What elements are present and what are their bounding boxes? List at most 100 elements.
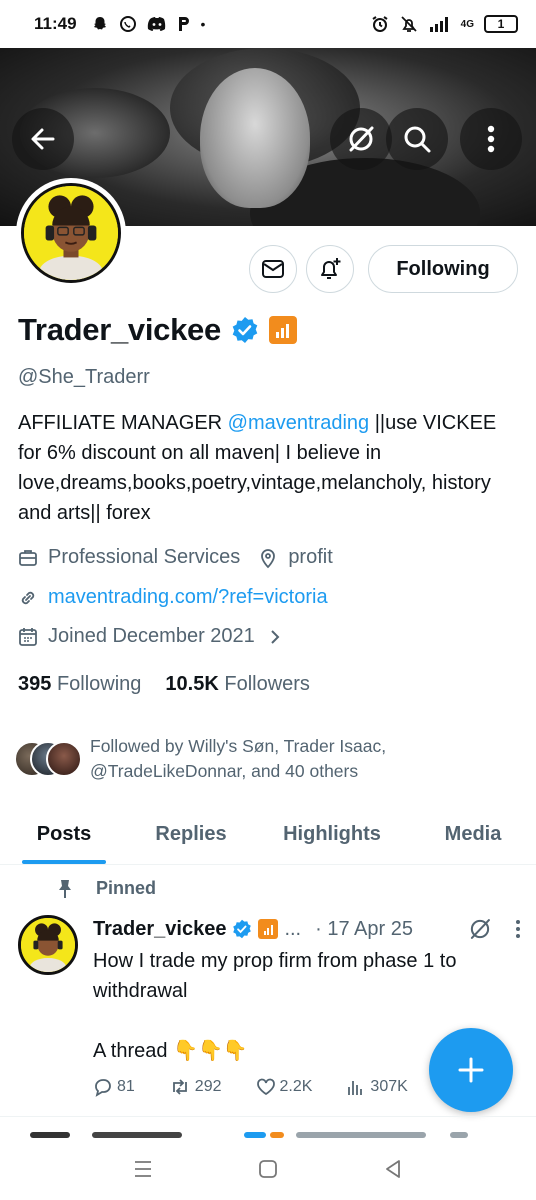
- tab-label: Replies: [155, 823, 227, 845]
- views-chart-icon: [348, 1081, 363, 1095]
- post-divider: [0, 1116, 536, 1117]
- briefcase-icon: [19, 549, 37, 566]
- status-bar: 11:49 • 4G 1: [0, 0, 536, 48]
- views-button[interactable]: 307K: [346, 1077, 408, 1097]
- android-navigation-bar: [0, 1138, 536, 1200]
- pinned-indicator: Pinned: [56, 878, 156, 899]
- home-icon[interactable]: [257, 1158, 279, 1180]
- following-count-link[interactable]: 395 Following: [18, 673, 141, 696]
- profile-meta-website: maventrading.com/?ref=victoria: [18, 586, 328, 609]
- followed-by-text: Followed by Willy's Søn, Trader Isaac, @…: [90, 736, 387, 781]
- tab-replies[interactable]: Replies: [128, 805, 254, 864]
- following-label: Following: [56, 673, 142, 695]
- post-line: How I trade my prop firm from phase 1 to…: [93, 950, 457, 1002]
- followers-count-link[interactable]: 10.5K Followers: [165, 673, 310, 696]
- discord-icon: [147, 17, 165, 31]
- notifications-button[interactable]: [306, 245, 354, 293]
- banner-shape: [200, 68, 310, 208]
- repost-count: 292: [194, 1078, 222, 1095]
- profile-meta-joined[interactable]: Joined December 2021: [18, 625, 291, 648]
- post-more-icon[interactable]: [513, 917, 523, 941]
- followed-by-avatars: [14, 739, 84, 779]
- back-triangle-icon[interactable]: [382, 1158, 404, 1180]
- profile-joined-date: Joined December 2021: [48, 625, 255, 647]
- profile-meta-category-location: Professional Services profit: [18, 546, 333, 569]
- signal-icon: [429, 17, 448, 32]
- tab-posts[interactable]: Posts: [0, 805, 128, 864]
- reply-button[interactable]: 81: [93, 1077, 135, 1097]
- clock: 11:49: [34, 14, 77, 33]
- tab-highlights[interactable]: Highlights: [254, 805, 410, 864]
- follower-avatar: [46, 741, 82, 777]
- p-app-icon: [178, 17, 189, 31]
- tab-label: Posts: [36, 823, 92, 845]
- bio-text: AFFILIATE MANAGER: [18, 412, 228, 434]
- tab-label: Highlights: [283, 823, 381, 845]
- affiliate-badge-icon[interactable]: [268, 316, 297, 344]
- post-author-avatar[interactable]: [18, 915, 78, 975]
- repost-button[interactable]: 292: [169, 1077, 222, 1097]
- followers-label: Followers: [224, 673, 310, 695]
- plus-icon: [458, 1057, 484, 1083]
- alarm-icon: [372, 16, 388, 32]
- message-button[interactable]: [249, 245, 297, 293]
- following-count: 395: [18, 673, 52, 695]
- battery-icon: 1: [484, 15, 518, 33]
- more-options-button[interactable]: [460, 108, 522, 170]
- post-author-name[interactable]: Trader_vickee: [93, 918, 226, 941]
- profile-tabs: Posts Replies Highlights Media: [0, 805, 536, 865]
- search-icon: [404, 126, 431, 153]
- network-type: 4G: [460, 18, 474, 30]
- post-header: Trader_vickee ... · 17 Apr 25: [93, 916, 523, 942]
- display-name: Trader_vickee: [18, 312, 221, 347]
- views-count: 307K: [370, 1078, 408, 1095]
- profile-avatar[interactable]: [16, 178, 126, 288]
- follow-counts: 395 Following 10.5K Followers: [18, 673, 310, 696]
- profile-location: profit: [288, 546, 333, 568]
- grok-slash-icon[interactable]: [467, 916, 493, 942]
- followed-by-section[interactable]: Followed by Willy's Søn, Trader Isaac, @…: [14, 734, 420, 784]
- back-arrow-icon: [31, 128, 55, 150]
- envelope-icon: [262, 260, 284, 278]
- grok-button[interactable]: [330, 108, 392, 170]
- link-icon: [21, 591, 35, 604]
- affiliate-badge-icon: [258, 919, 279, 939]
- active-tab-indicator: [22, 860, 106, 864]
- vertical-dots-icon: [487, 125, 495, 153]
- chevron-right-icon: [271, 629, 280, 644]
- profile-website-link[interactable]: maventrading.com/?ref=victoria: [48, 586, 328, 609]
- post-date: · 17 Apr 25: [315, 917, 413, 940]
- profile-bio: AFFILIATE MANAGER @maventrading ||use VI…: [18, 408, 523, 528]
- profile-category: Professional Services: [48, 546, 241, 568]
- mute-icon: [401, 16, 417, 32]
- followers-count: 10.5K: [165, 673, 219, 695]
- like-button[interactable]: 2.2K: [256, 1077, 312, 1097]
- battery-level: 1: [497, 17, 505, 31]
- search-button[interactable]: [386, 108, 448, 170]
- bio-mention-link[interactable]: @maventrading: [228, 412, 369, 434]
- notification-icons: •: [91, 15, 206, 33]
- tab-label: Media: [444, 823, 502, 845]
- reply-count: 81: [117, 1078, 135, 1095]
- grok-slash-icon: [349, 126, 374, 152]
- back-button[interactable]: [12, 108, 74, 170]
- cartoon-avatar-icon: [21, 918, 75, 972]
- more-notifications-dot: •: [200, 16, 206, 32]
- following-button[interactable]: Following: [368, 245, 518, 293]
- user-handle: @She_Traderr: [18, 366, 150, 388]
- snapchat-icon: [93, 17, 106, 30]
- system-icons: 4G 1: [371, 15, 518, 33]
- tab-media[interactable]: Media: [410, 805, 536, 864]
- recent-apps-icon[interactable]: [132, 1159, 154, 1179]
- verified-badge-icon[interactable]: [231, 316, 259, 344]
- avatar-image: [21, 183, 121, 283]
- repost-icon: [172, 1079, 187, 1095]
- next-post-peek: [30, 1128, 510, 1138]
- reply-bubble-icon: [95, 1079, 111, 1097]
- pinned-label: Pinned: [96, 878, 157, 898]
- display-name-row: Trader_vickee: [18, 312, 297, 348]
- cartoon-avatar-icon: [24, 186, 118, 280]
- compose-post-button[interactable]: [429, 1028, 513, 1112]
- pin-icon: [59, 879, 71, 898]
- calendar-icon: [19, 627, 37, 646]
